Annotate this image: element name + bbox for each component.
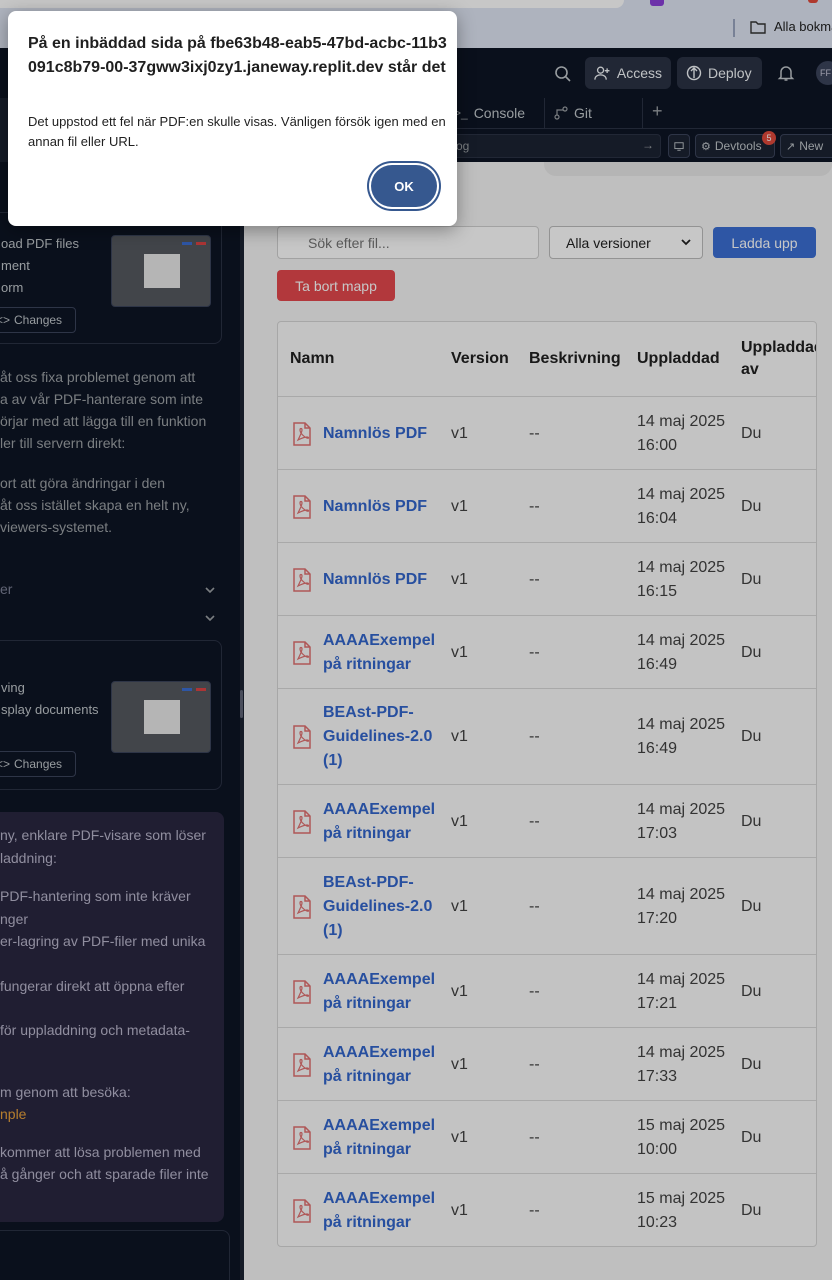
alert-message: Det uppstod ett fel när PDF:en skulle vi… <box>28 114 446 149</box>
alert-title: På en inbäddad sida på fbe63b48-eab5-47b… <box>28 35 447 76</box>
ok-button[interactable]: OK <box>371 165 437 207</box>
alert-dialog: På en inbäddad sida på fbe63b48-eab5-47b… <box>8 11 457 226</box>
